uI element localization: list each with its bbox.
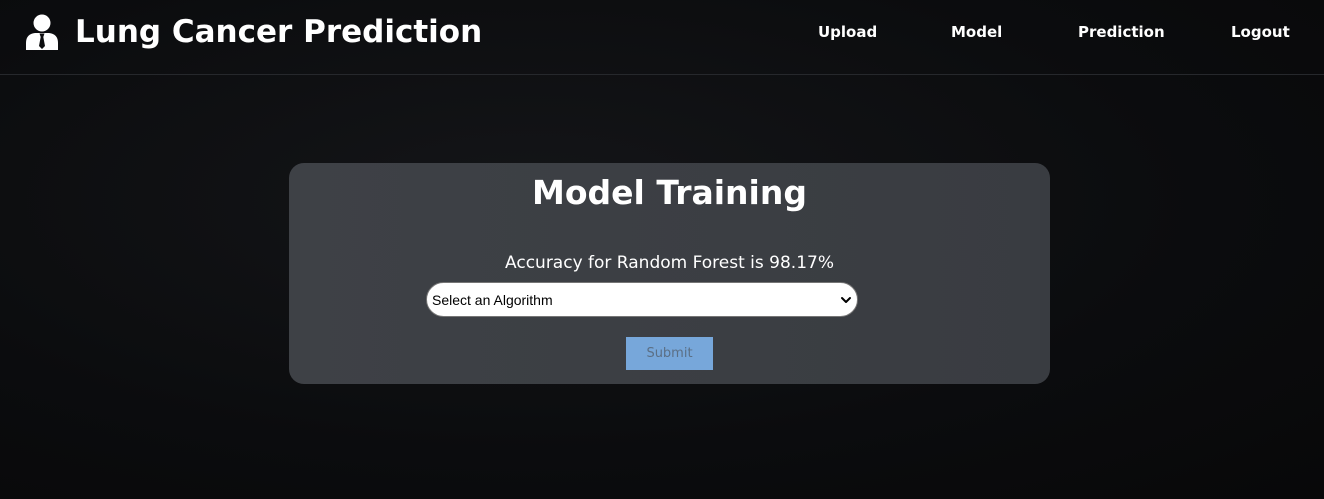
user-tie-icon xyxy=(26,14,58,50)
submit-button[interactable]: Submit xyxy=(626,337,713,370)
nav-model[interactable]: Model xyxy=(951,23,1002,41)
navbar: Lung Cancer Prediction Upload Model Pred… xyxy=(0,0,1324,75)
accuracy-text: Accuracy for Random Forest is 98.17% xyxy=(505,253,834,273)
nav-prediction[interactable]: Prediction xyxy=(1078,23,1165,41)
card-title: Model Training xyxy=(532,173,807,212)
app-title: Lung Cancer Prediction xyxy=(75,14,483,50)
algorithm-select[interactable]: Select an Algorithm xyxy=(426,282,858,317)
brand[interactable]: Lung Cancer Prediction xyxy=(25,12,482,52)
model-training-card: Model Training Accuracy for Random Fores… xyxy=(289,163,1050,384)
nav-upload[interactable]: Upload xyxy=(818,23,877,41)
nav-logout[interactable]: Logout xyxy=(1231,23,1290,41)
algorithm-select-value: Select an Algorithm xyxy=(432,291,553,308)
chevron-down-icon xyxy=(841,297,851,303)
